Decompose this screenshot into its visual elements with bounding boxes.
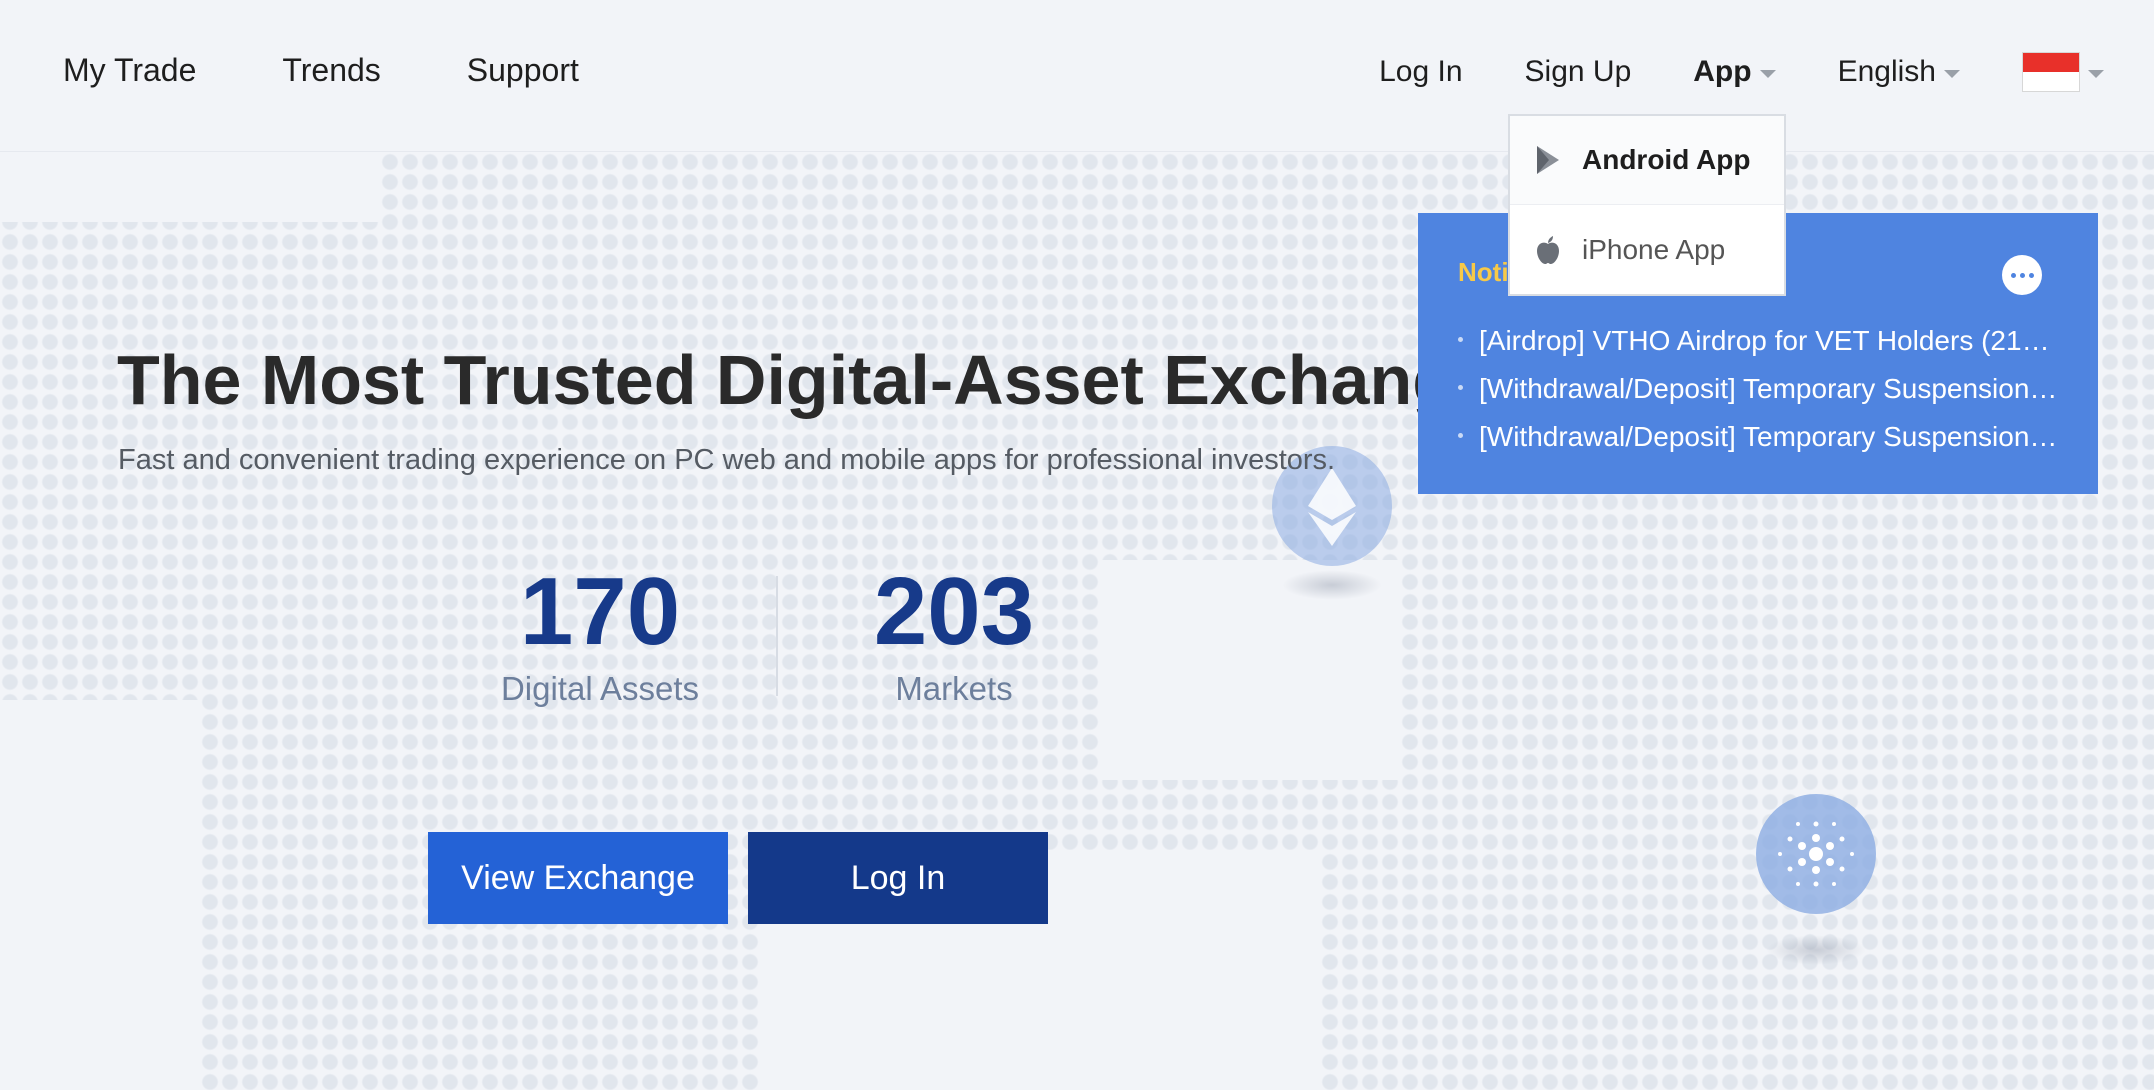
chevron-down-icon (1944, 70, 1960, 78)
cardano-icon (1756, 794, 1876, 914)
app-menu[interactable]: App (1693, 55, 1776, 89)
view-exchange-button[interactable]: View Exchange (428, 832, 728, 924)
account-nav: Log In Sign Up App English (1317, 52, 2104, 92)
coin-shadow (1282, 570, 1382, 600)
stat-markets: 203 Markets (814, 562, 1094, 708)
app-menu-label: App (1693, 55, 1752, 88)
more-icon[interactable] (2002, 255, 2042, 295)
notice-title: Noti (1458, 257, 1509, 287)
iphone-app-label: iPhone App (1582, 233, 1726, 265)
stat-divider (776, 576, 778, 696)
stat-label: Digital Assets (500, 670, 700, 707)
nav-trends[interactable]: Trends (282, 52, 380, 89)
notice-item[interactable]: [Withdrawal/Deposit] Temporary Suspensio… (1458, 413, 2058, 461)
primary-nav: My Trade Trends Support (63, 52, 579, 89)
signup-link[interactable]: Sign Up (1525, 55, 1632, 89)
language-label: English (1837, 55, 1936, 88)
top-navigation: My Trade Trends Support Log In Sign Up A… (0, 0, 2154, 152)
flag-icon (2022, 52, 2080, 92)
notice-list: [Airdrop] VTHO Airdrop for VET Holders (… (1458, 317, 2058, 461)
notice-item[interactable]: [Airdrop] VTHO Airdrop for VET Holders (… (1458, 317, 2058, 365)
apple-icon (1534, 234, 1562, 266)
login-link[interactable]: Log In (1379, 55, 1462, 89)
hero-login-button[interactable]: Log In (748, 832, 1048, 924)
stats-row: 170 Digital Assets 203 Markets (460, 562, 1094, 708)
region-selector[interactable] (2022, 52, 2104, 92)
stat-value: 170 (519, 558, 681, 665)
iphone-app-option[interactable]: iPhone App (1510, 205, 1784, 294)
language-selector[interactable]: English (1838, 55, 1960, 89)
app-dropdown-menu: Android App iPhone App (1508, 114, 1786, 296)
notice-item[interactable]: [Withdrawal/Deposit] Temporary Suspensio… (1458, 365, 2058, 413)
map-gap (0, 152, 380, 222)
hero-subtitle: Fast and convenient trading experience o… (118, 444, 1336, 476)
chevron-down-icon (1759, 70, 1776, 78)
stat-value: 203 (873, 558, 1035, 665)
chevron-down-icon (2088, 70, 2104, 78)
coin-shadow (1766, 935, 1866, 965)
hero-title: The Most Trusted Digital-Asset Exchange (117, 341, 1494, 419)
stat-label: Markets (895, 670, 1013, 707)
android-app-option[interactable]: Android App (1510, 116, 1784, 205)
stat-digital-assets: 170 Digital Assets (460, 562, 740, 708)
android-app-label: Android App (1582, 144, 1751, 175)
map-gap (0, 700, 200, 1090)
nav-my-trade[interactable]: My Trade (63, 52, 196, 89)
play-store-icon (1534, 144, 1562, 176)
nav-support[interactable]: Support (467, 52, 579, 89)
